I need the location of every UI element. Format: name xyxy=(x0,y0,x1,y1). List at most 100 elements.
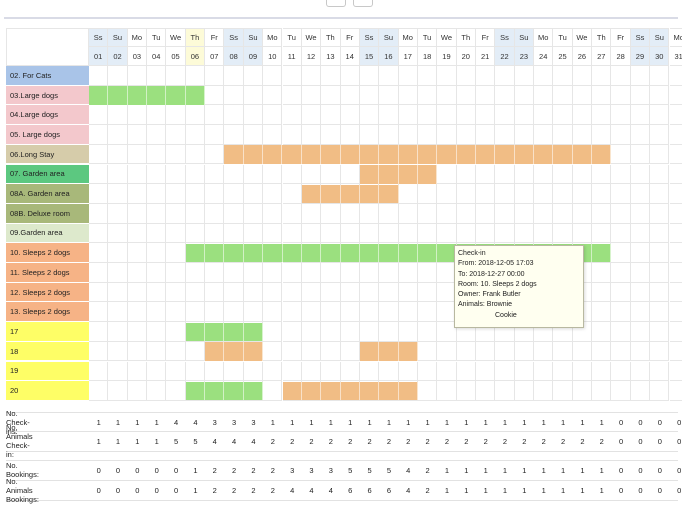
calendar-cell[interactable] xyxy=(147,381,167,401)
calendar-cell[interactable] xyxy=(379,203,399,224)
calendar-cell[interactable] xyxy=(359,282,380,303)
calendar-cell[interactable] xyxy=(108,302,128,323)
calendar-cell[interactable] xyxy=(108,263,128,283)
calendar-cell[interactable] xyxy=(650,282,670,303)
calendar-cell[interactable] xyxy=(495,203,515,224)
calendar-cell[interactable] xyxy=(243,282,264,303)
calendar-cell[interactable] xyxy=(359,85,380,106)
calendar-cell[interactable] xyxy=(514,361,535,382)
calendar-cell[interactable] xyxy=(263,164,283,185)
calendar-cell[interactable] xyxy=(630,66,651,86)
calendar-cell[interactable] xyxy=(669,184,682,204)
calendar-cell[interactable] xyxy=(379,223,399,244)
calendar-cell[interactable] xyxy=(301,85,322,106)
calendar-cell[interactable] xyxy=(611,125,631,145)
calendar-cell[interactable] xyxy=(301,282,322,303)
calendar-cell[interactable] xyxy=(282,184,302,204)
calendar-cell[interactable] xyxy=(205,144,225,165)
calendar-cell[interactable] xyxy=(224,66,244,86)
calendar-cell[interactable] xyxy=(166,203,186,224)
calendar-cell[interactable] xyxy=(147,125,167,145)
calendar-cell[interactable] xyxy=(572,66,593,86)
calendar-cell[interactable] xyxy=(340,282,360,303)
calendar-cell[interactable] xyxy=(282,85,302,106)
calendar-cell[interactable] xyxy=(592,223,612,244)
calendar-cell[interactable] xyxy=(224,164,244,185)
day-number-header[interactable]: 17 xyxy=(398,47,418,66)
calendar-cell[interactable] xyxy=(437,125,457,145)
calendar-cell[interactable] xyxy=(282,263,302,283)
calendar-cell[interactable] xyxy=(147,263,167,283)
calendar-cell[interactable] xyxy=(476,105,496,126)
calendar-cell[interactable] xyxy=(379,263,399,283)
day-number-header[interactable]: 12 xyxy=(301,47,322,66)
calendar-cell[interactable] xyxy=(127,184,148,204)
calendar-cell[interactable] xyxy=(359,302,380,323)
calendar-cell[interactable] xyxy=(514,223,535,244)
calendar-cell[interactable] xyxy=(630,361,651,382)
calendar-cell[interactable] xyxy=(437,184,457,204)
calendar-cell[interactable] xyxy=(147,322,167,342)
calendar-cell[interactable] xyxy=(437,85,457,106)
calendar-cell[interactable] xyxy=(572,125,593,145)
calendar-cell[interactable] xyxy=(534,381,554,401)
calendar-cell[interactable] xyxy=(398,85,418,106)
calendar-cell[interactable] xyxy=(263,282,283,303)
calendar-cell[interactable] xyxy=(166,66,186,86)
calendar-cell[interactable] xyxy=(301,203,322,224)
calendar-cell[interactable] xyxy=(147,105,167,126)
calendar-cell[interactable] xyxy=(476,66,496,86)
calendar-cell[interactable] xyxy=(437,203,457,224)
calendar-cell[interactable] xyxy=(205,125,225,145)
calendar-cell[interactable] xyxy=(147,184,167,204)
calendar-cell[interactable] xyxy=(108,203,128,224)
calendar-cell[interactable] xyxy=(127,361,148,382)
calendar-cell[interactable] xyxy=(301,105,322,126)
calendar-cell[interactable] xyxy=(456,164,476,185)
calendar-cell[interactable] xyxy=(301,263,322,283)
room-label[interactable]: 12. Sleeps 2 dogs xyxy=(6,282,89,303)
room-label[interactable]: 10. Sleeps 2 dogs xyxy=(6,243,89,263)
calendar-cell[interactable] xyxy=(514,85,535,106)
calendar-cell[interactable] xyxy=(534,164,554,185)
calendar-cell[interactable] xyxy=(456,341,476,362)
calendar-cell[interactable] xyxy=(166,125,186,145)
calendar-cell[interactable] xyxy=(127,282,148,303)
calendar-cell[interactable] xyxy=(572,105,593,126)
calendar-cell[interactable] xyxy=(224,125,244,145)
booking-bar[interactable] xyxy=(282,381,418,401)
calendar-cell[interactable] xyxy=(592,164,612,185)
calendar-cell[interactable] xyxy=(611,203,631,224)
calendar-cell[interactable] xyxy=(359,125,380,145)
calendar-cell[interactable] xyxy=(456,361,476,382)
calendar-cell[interactable] xyxy=(89,144,109,165)
calendar-cell[interactable] xyxy=(553,341,573,362)
calendar-cell[interactable] xyxy=(321,105,341,126)
calendar-cell[interactable] xyxy=(572,184,593,204)
calendar-cell[interactable] xyxy=(379,322,399,342)
calendar-cell[interactable] xyxy=(359,203,380,224)
calendar-cell[interactable] xyxy=(340,223,360,244)
calendar-cell[interactable] xyxy=(611,282,631,303)
calendar-cell[interactable] xyxy=(630,184,651,204)
calendar-cell[interactable] xyxy=(340,125,360,145)
calendar-cell[interactable] xyxy=(592,105,612,126)
calendar-cell[interactable] xyxy=(630,322,651,342)
calendar-cell[interactable] xyxy=(263,184,283,204)
calendar-cell[interactable] xyxy=(630,125,651,145)
calendar-cell[interactable] xyxy=(205,66,225,86)
calendar-cell[interactable] xyxy=(456,223,476,244)
calendar-cell[interactable] xyxy=(340,85,360,106)
calendar-cell[interactable] xyxy=(205,282,225,303)
calendar-cell[interactable] xyxy=(108,125,128,145)
calendar-cell[interactable] xyxy=(611,341,631,362)
calendar-cell[interactable] xyxy=(224,184,244,204)
room-label[interactable]: 02. For Cats xyxy=(6,66,89,86)
calendar-cell[interactable] xyxy=(301,302,322,323)
calendar-cell[interactable] xyxy=(379,125,399,145)
calendar-cell[interactable] xyxy=(127,381,148,401)
day-number-header[interactable]: 23 xyxy=(514,47,535,66)
calendar-cell[interactable] xyxy=(108,322,128,342)
calendar-cell[interactable] xyxy=(650,144,670,165)
calendar-cell[interactable] xyxy=(205,184,225,204)
